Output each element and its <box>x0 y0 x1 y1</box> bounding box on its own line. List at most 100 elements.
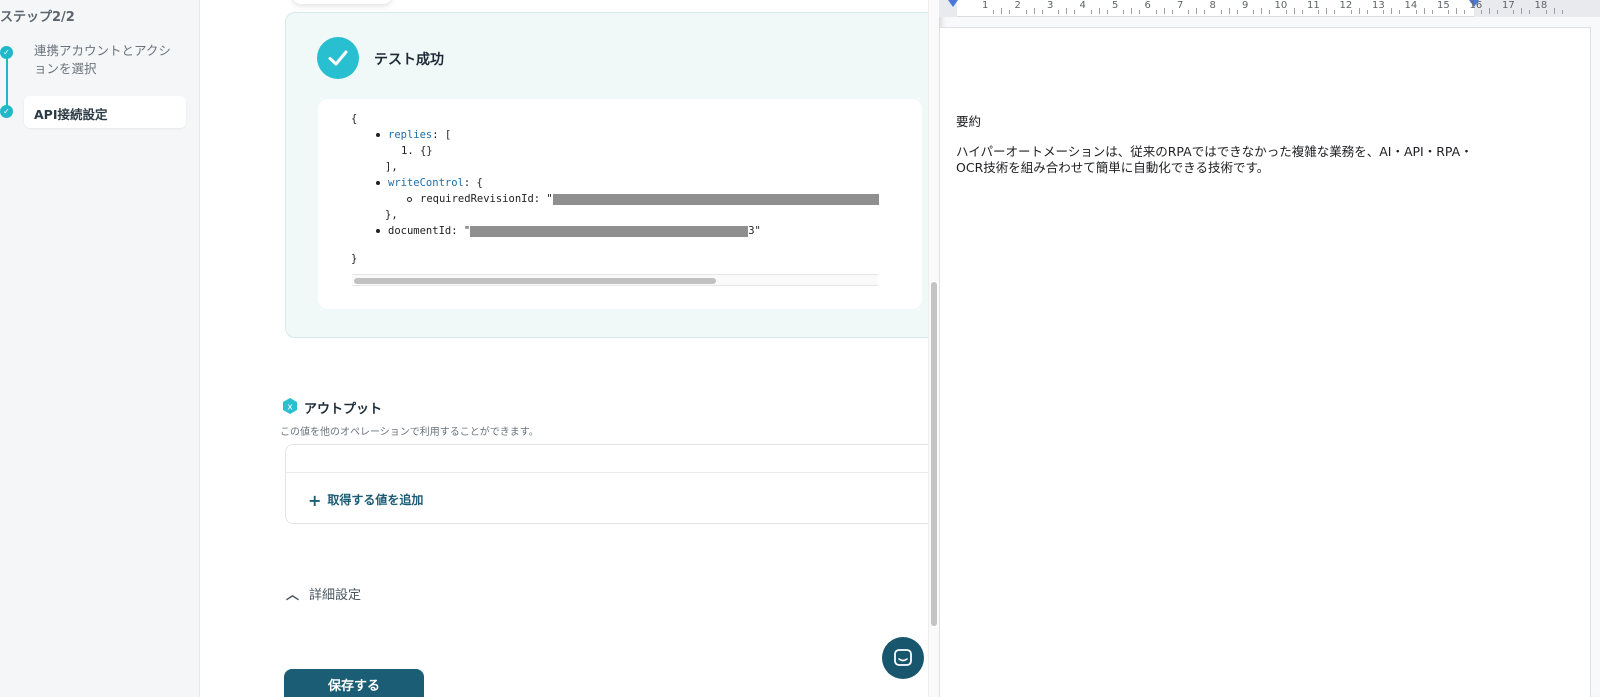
json-key-replies: replies <box>388 129 433 141</box>
bullet <box>376 133 380 137</box>
json-line-document-id: documentId: " 3" <box>376 225 761 237</box>
step-check-icon: ✓ <box>0 46 13 59</box>
ruler-tick <box>1171 10 1173 14</box>
ruler-tick <box>1480 10 1482 14</box>
ruler-tick <box>1188 10 1190 14</box>
document-area: 1 2 3 4 5 6 7 8 9 10 11 12 13 14 15 16 17 18 要約 ハイパーオートメー… <box>939 0 1600 697</box>
ruler-tick <box>1366 10 1368 14</box>
advanced-settings-label: 詳細設定 <box>309 588 362 603</box>
ruler-tick <box>1163 8 1165 14</box>
json-write-control-close: }, <box>385 209 398 221</box>
step-item-select-action[interactable]: 連携アカウントとアクションを選択 <box>34 42 174 78</box>
ruler-tick <box>1074 10 1076 14</box>
document-heading: 要約 <box>956 114 982 129</box>
step-check-icon: ✓ <box>0 105 13 118</box>
ruler-tick <box>1090 10 1092 14</box>
document-page[interactable]: 要約 ハイパーオートメーションは、従来のRPAではできなかった複雑な業務を、AI… <box>939 27 1591 697</box>
ruler-number: 1 <box>982 0 989 11</box>
ruler-tick <box>1448 10 1450 14</box>
json-close-brace: } <box>351 253 358 265</box>
output-title: アウトプット <box>304 402 383 417</box>
document-body-text: ハイパーオートメーションは、従来のRPAではできなかった複雑な業務を、AI・AP… <box>956 144 1473 175</box>
ruler-tick <box>1456 8 1458 14</box>
ruler-tick <box>1196 8 1198 14</box>
chevron-up-icon: ︿ <box>286 588 300 603</box>
ruler-tick <box>1228 8 1230 14</box>
ruler-tick <box>1139 10 1141 14</box>
ruler-number: 9 <box>1242 0 1249 11</box>
advanced-settings-toggle[interactable]: ︿ 詳細設定 <box>286 584 361 603</box>
step-item-api-settings[interactable]: API接続設定 <box>24 96 186 128</box>
add-value-button[interactable]: + 取得する値を追加 <box>308 491 423 510</box>
save-button[interactable]: 保存する <box>284 669 424 697</box>
redacted-value <box>470 225 749 237</box>
ruler-tick <box>1391 8 1393 14</box>
json-key-document-id: documentId: " <box>388 225 471 237</box>
ruler-tick <box>1236 10 1238 14</box>
vertical-scrollbar[interactable] <box>928 0 939 697</box>
indent-marker-icon[interactable] <box>948 0 958 7</box>
partial-button[interactable] <box>292 0 392 4</box>
ruler-tick <box>1131 8 1133 14</box>
ruler-tick <box>1561 10 1563 14</box>
bullet <box>407 196 412 202</box>
test-success-card: テスト成功 { replies: [ 1. {} ], writeControl… <box>285 12 928 338</box>
ruler-tick <box>1269 10 1271 14</box>
json-write-control-open: : { <box>463 177 483 189</box>
ruler-tick <box>1293 8 1295 14</box>
app-root: ステップ2/2 ✓ 連携アカウントとアクションを選択 ✓ API接続設定 テスト… <box>0 0 1600 697</box>
ruler-tick <box>1521 8 1523 14</box>
ruler-tick <box>1261 8 1263 14</box>
json-replies-open: : [ <box>432 129 452 141</box>
step-sidebar: ステップ2/2 ✓ 連携アカウントとアクションを選択 ✓ API接続設定 <box>0 0 200 697</box>
ruler-number: 8 <box>1209 0 1216 11</box>
ruler-number: 2 <box>1014 0 1021 11</box>
ruler-tick <box>1464 10 1466 14</box>
ruler-number: 7 <box>1177 0 1184 11</box>
ruler-tick <box>1334 10 1336 14</box>
add-value-label: 取得する値を追加 <box>327 493 424 507</box>
ruler-tick <box>1415 10 1417 14</box>
output-description: この値を他のオペレーションで利用することができます。 <box>280 427 539 438</box>
ruler-tick <box>1318 10 1320 14</box>
ruler-tick <box>1513 10 1515 14</box>
json-response-view: { replies: [ 1. {} ], writeControl: { re… <box>318 99 922 309</box>
ruler-tick <box>1399 10 1401 14</box>
ruler-tick <box>1220 10 1222 14</box>
ruler-number: 5 <box>1112 0 1119 11</box>
redacted-value <box>552 193 879 205</box>
ruler-tick <box>1529 10 1531 14</box>
ruler-tick <box>1058 10 1060 14</box>
ruler-tick <box>1009 10 1011 14</box>
json-key-required-revision: requiredRevisionId: " <box>420 193 553 205</box>
json-document-id-tail: 3" <box>748 225 761 237</box>
ruler-tick <box>1204 10 1206 14</box>
ruler-tick <box>1301 10 1303 14</box>
main-panel: テスト成功 { replies: [ 1. {} ], writeControl… <box>200 0 928 697</box>
json-open-brace: { <box>351 113 358 125</box>
ruler-tick <box>1431 10 1433 14</box>
vertical-scrollbar-thumb[interactable] <box>931 282 937 626</box>
step-connector-line <box>6 54 8 112</box>
chat-button[interactable] <box>882 637 924 679</box>
ruler-tick <box>1285 10 1287 14</box>
ruler-number: 4 <box>1079 0 1086 11</box>
ruler-tick <box>1383 10 1385 14</box>
ruler-tick <box>1123 10 1125 14</box>
ruler-tick <box>1066 8 1068 14</box>
check-circle-icon <box>317 37 359 79</box>
ruler-tick <box>1350 10 1352 14</box>
ruler-tick <box>1155 10 1157 14</box>
ruler-tick <box>1001 8 1003 14</box>
step-progress-title: ステップ2/2 <box>0 10 75 25</box>
ruler-tick <box>1496 10 1498 14</box>
ruler-tick <box>1025 10 1027 14</box>
ruler-tick <box>993 10 995 14</box>
horizontal-scrollbar[interactable] <box>352 274 878 286</box>
svg-text:x: x <box>287 403 293 413</box>
ruler-number: 6 <box>1144 0 1151 11</box>
variable-icon: x <box>283 398 297 414</box>
ruler-tick <box>1253 10 1255 14</box>
horizontal-scrollbar-thumb[interactable] <box>354 278 716 284</box>
json-line-required-revision: requiredRevisionId: " <box>407 193 879 205</box>
